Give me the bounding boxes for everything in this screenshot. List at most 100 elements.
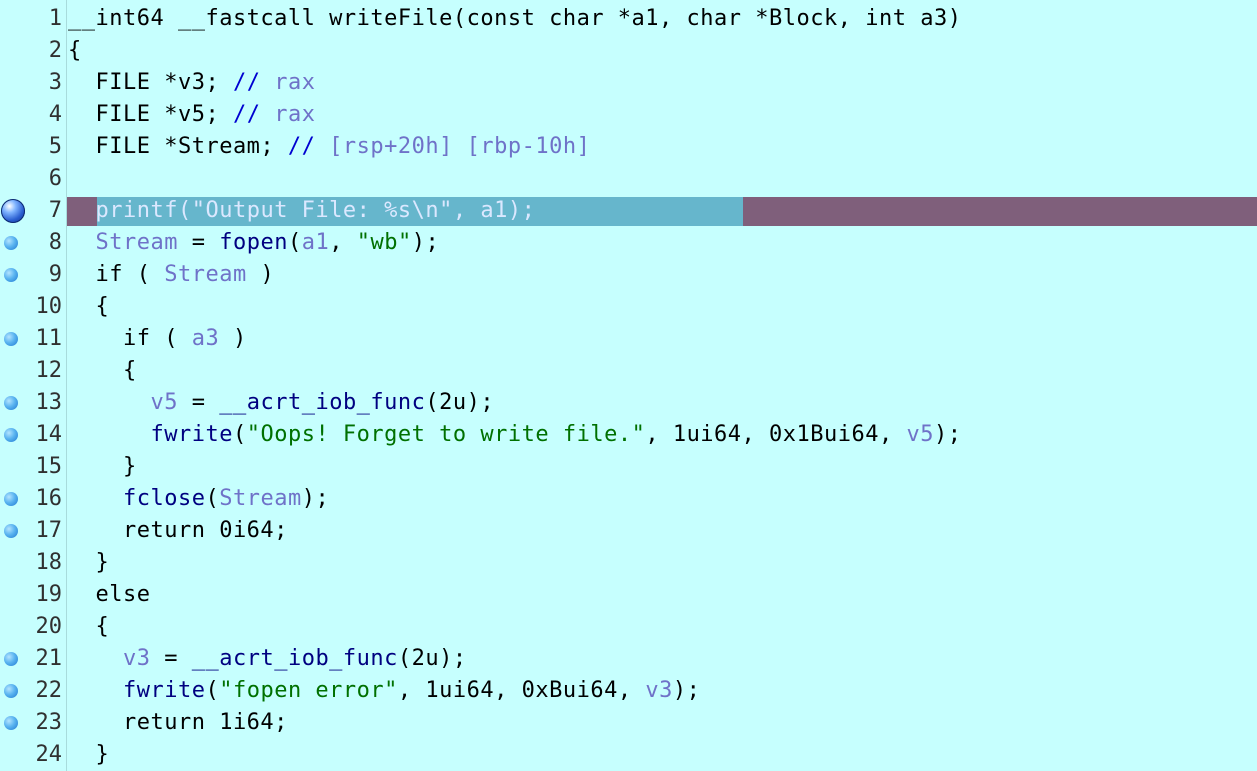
code-token: FILE *Stream; <box>68 134 288 159</box>
code-text[interactable]: { <box>68 355 137 387</box>
code-token: // <box>232 70 275 95</box>
code-line[interactable]: 12 { <box>0 355 1257 387</box>
code-text[interactable]: { <box>68 611 109 643</box>
code-line[interactable]: 13 v5 = __acrt_iob_func(2u); <box>0 387 1257 419</box>
code-line[interactable]: 17 return 0i64; <box>0 515 1257 547</box>
code-token: "Output File: %s\n" <box>191 198 453 223</box>
code-line[interactable]: 10 { <box>0 291 1257 323</box>
code-token: , 1ui64, 0x1Bui64, <box>645 422 907 447</box>
code-text[interactable]: v5 = __acrt_iob_func(2u); <box>68 387 494 419</box>
line-number: 12 <box>35 358 63 383</box>
code-line[interactable]: 16 fclose(Stream); <box>0 483 1257 515</box>
code-token: = <box>177 230 220 255</box>
code-token: [rsp+20h] [rbp-10h] <box>329 134 591 159</box>
code-text[interactable]: return 0i64; <box>68 515 288 547</box>
code-token: { <box>68 358 137 383</box>
breakpoint-dot-icon[interactable] <box>4 428 18 442</box>
line-number: 3 <box>48 70 62 95</box>
code-text[interactable]: } <box>68 547 109 579</box>
code-text[interactable]: } <box>68 739 109 771</box>
code-token: rax <box>274 70 316 95</box>
breakpoint-dot-icon[interactable] <box>4 332 18 346</box>
code-text[interactable]: if ( Stream ) <box>68 259 274 291</box>
code-line[interactable]: 21 v3 = __acrt_iob_func(2u); <box>0 643 1257 675</box>
code-token: "wb" <box>356 230 412 255</box>
code-token: fclose <box>122 486 206 511</box>
breakpoint-dot-icon[interactable] <box>4 524 18 538</box>
code-token: ); <box>411 230 440 255</box>
code-token: printf( <box>95 198 192 223</box>
code-text[interactable]: { <box>68 291 109 323</box>
code-line[interactable]: 9 if ( Stream ) <box>0 259 1257 291</box>
code-text[interactable]: fwrite("Oops! Forget to write file.", 1u… <box>68 419 962 451</box>
code-token: ); <box>301 486 330 511</box>
code-line[interactable]: 6 <box>0 163 1257 195</box>
breakpoint-dot-icon[interactable] <box>4 268 18 282</box>
pseudocode-view[interactable]: 1 __int64 __fastcall writeFile(const char… <box>0 0 1257 771</box>
code-token: ) <box>246 262 275 287</box>
code-text[interactable]: if ( a3 ) <box>68 323 247 355</box>
code-line[interactable]: 4 FILE *v5; // rax <box>0 99 1257 131</box>
code-token: , <box>329 230 357 255</box>
code-text[interactable]: FILE *Stream; // [rsp+20h] [rbp-10h] <box>68 131 590 163</box>
line-number: 7 <box>48 198 62 223</box>
code-line[interactable]: 1 __int64 __fastcall writeFile(const char… <box>0 3 1257 35</box>
code-text[interactable]: fclose(Stream); <box>68 483 329 515</box>
code-line[interactable]: 23 return 1i64; <box>0 707 1257 739</box>
line-number: 5 <box>48 134 62 159</box>
code-text[interactable]: __int64 __fastcall writeFile(const char … <box>68 3 961 35</box>
code-line[interactable]: 14 fwrite("Oops! Forget to write file.",… <box>0 419 1257 451</box>
line-number: 17 <box>35 518 63 543</box>
code-line[interactable]: 5 FILE *Stream; // [rsp+20h] [rbp-10h] <box>0 131 1257 163</box>
code-token: } <box>68 454 137 479</box>
line-number: 23 <box>35 710 63 735</box>
code-text[interactable]: fwrite("fopen error", 1ui64, 0xBui64, v3… <box>68 675 700 707</box>
code-text[interactable]: else <box>68 579 150 611</box>
code-line[interactable]: 11 if ( a3 ) <box>0 323 1257 355</box>
code-text[interactable]: printf("Output File: %s\n", a1); <box>68 195 535 227</box>
line-number: 19 <box>35 582 63 607</box>
code-text[interactable]: { <box>68 35 82 67</box>
breakpoint-dot-icon[interactable] <box>4 492 18 506</box>
code-text[interactable]: Stream = fopen(a1, "wb"); <box>68 227 439 259</box>
line-number: 8 <box>48 230 62 255</box>
code-line[interactable]: 19 else <box>0 579 1257 611</box>
code-token: = <box>150 646 192 671</box>
code-line[interactable]: 20 { <box>0 611 1257 643</box>
line-number: 4 <box>48 102 62 127</box>
code-line[interactable]: 7 printf("Output File: %s\n", a1); <box>0 195 1257 227</box>
code-token: ( <box>232 422 247 447</box>
line-number: 2 <box>48 38 62 63</box>
code-line[interactable]: 22 fwrite("fopen error", 1ui64, 0xBui64,… <box>0 675 1257 707</box>
breakpoint-dot-icon[interactable] <box>4 716 18 730</box>
code-text[interactable]: v3 = __acrt_iob_func(2u); <box>68 643 467 675</box>
code-text[interactable]: } <box>68 451 137 483</box>
code-line[interactable]: 2{ <box>0 35 1257 67</box>
code-token: fwrite <box>150 422 233 447</box>
breakpoint-dot-icon[interactable] <box>4 396 18 410</box>
code-text[interactable]: FILE *v3; // rax <box>68 67 315 99</box>
code-text[interactable]: FILE *v5; // rax <box>68 99 315 131</box>
breakpoint-dot-icon[interactable] <box>4 236 18 250</box>
code-line[interactable]: 8 Stream = fopen(a1, "wb"); <box>0 227 1257 259</box>
line-number: 16 <box>35 486 63 511</box>
code-line[interactable]: 24 } <box>0 739 1257 771</box>
code-token: ); <box>934 422 962 447</box>
code-token: // <box>287 134 330 159</box>
code-token: { <box>68 38 82 63</box>
code-token: } <box>68 742 110 767</box>
code-token: a1 <box>301 230 330 255</box>
code-line[interactable]: 3 FILE *v3; // rax <box>0 67 1257 99</box>
breakpoint-dot-icon[interactable] <box>4 652 18 666</box>
code-token: __acrt_iob_func <box>219 390 426 415</box>
code-token: Stream <box>95 230 178 255</box>
code-line[interactable]: 18 } <box>0 547 1257 579</box>
breakpoint-dot-icon[interactable] <box>4 684 18 698</box>
code-text[interactable]: return 1i64; <box>68 707 288 739</box>
code-line[interactable]: 15 } <box>0 451 1257 483</box>
